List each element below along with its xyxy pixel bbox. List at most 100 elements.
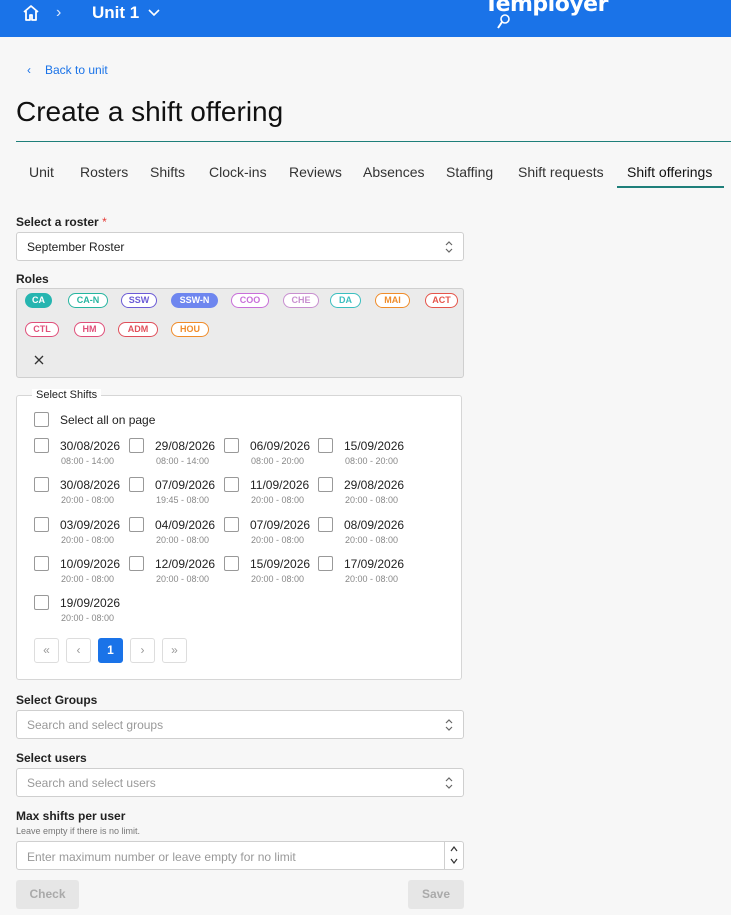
next-page-button[interactable]: › xyxy=(130,638,155,663)
role-chip[interactable]: COO xyxy=(231,293,269,308)
shift-time: 20:00 - 08:00 xyxy=(156,535,210,545)
shift-checkbox[interactable] xyxy=(318,517,333,532)
number-spinner[interactable] xyxy=(444,842,463,869)
roles-label: Roles xyxy=(16,272,49,286)
shift-checkbox[interactable] xyxy=(318,477,333,492)
updown-chevron-icon xyxy=(445,777,453,789)
unit-selector-label[interactable]: Unit 1 xyxy=(92,3,139,23)
role-chip[interactable]: CTL xyxy=(25,322,59,337)
shift-checkbox[interactable] xyxy=(34,517,49,532)
shift-checkbox[interactable] xyxy=(34,477,49,492)
shift-date: 06/09/2026 xyxy=(250,439,311,453)
page-1-button[interactable]: 1 xyxy=(98,638,123,663)
max-shifts-hint: Leave empty if there is no limit. xyxy=(16,826,141,836)
role-chip[interactable]: DA xyxy=(330,293,361,308)
shift-date: 12/09/2026 xyxy=(155,557,216,571)
role-chip[interactable]: ACT xyxy=(425,293,458,308)
shift-time: 20:00 - 08:00 xyxy=(251,535,305,545)
shift-date: 15/09/2026 xyxy=(344,439,405,453)
shift-checkbox[interactable] xyxy=(318,556,333,571)
roster-select[interactable]: September Roster xyxy=(16,232,464,261)
shift-time: 20:00 - 08:00 xyxy=(61,495,115,505)
back-link-label: Back to unit xyxy=(45,63,108,77)
max-shifts-placeholder: Enter maximum number or leave empty for … xyxy=(27,850,296,864)
shift-time: 20:00 - 08:00 xyxy=(251,574,305,584)
shift-time: 20:00 - 08:00 xyxy=(345,535,399,545)
shift-time: 08:00 - 20:00 xyxy=(251,456,305,466)
tab-clock-ins[interactable]: Clock-ins xyxy=(209,164,267,180)
role-chip[interactable]: SSW-N xyxy=(171,293,218,308)
shift-date: 29/08/2026 xyxy=(344,478,405,492)
role-chip[interactable]: HOU xyxy=(171,322,209,337)
shift-date: 30/08/2026 xyxy=(60,439,121,453)
roles-multiselect[interactable]: CA CA-N SSW SSW-N COO CHE DA MAI ACT CTL HM ADM HOU xyxy=(16,288,464,378)
shift-time: 08:00 - 14:00 xyxy=(156,456,210,466)
role-chip[interactable]: CHE xyxy=(283,293,319,308)
updown-chevron-icon xyxy=(445,241,453,253)
back-to-unit-link[interactable]: ‹ Back to unit xyxy=(27,63,108,77)
first-page-button[interactable]: « xyxy=(34,638,59,663)
last-page-button[interactable]: » xyxy=(162,638,187,663)
groups-label: Select Groups xyxy=(16,693,98,707)
shift-checkbox[interactable] xyxy=(34,595,49,610)
shift-date: 07/09/2026 xyxy=(155,478,216,492)
role-chip[interactable]: HM xyxy=(74,322,105,337)
role-chip[interactable]: MAI xyxy=(375,293,410,308)
home-icon[interactable] xyxy=(22,4,40,22)
shift-time: 19:45 - 08:00 xyxy=(156,495,210,505)
tab-rosters[interactable]: Rosters xyxy=(80,164,128,180)
shift-checkbox[interactable] xyxy=(129,438,144,453)
groups-select[interactable]: Search and select groups xyxy=(16,710,464,739)
breadcrumb-chevron-icon: › xyxy=(56,4,62,21)
max-shifts-input[interactable]: Enter maximum number or leave empty for … xyxy=(16,841,464,870)
shift-checkbox[interactable] xyxy=(129,517,144,532)
shift-date: 10/09/2026 xyxy=(60,557,121,571)
shift-checkbox[interactable] xyxy=(318,438,333,453)
save-button[interactable]: Save xyxy=(408,880,464,909)
tab-shifts[interactable]: Shifts xyxy=(150,164,185,180)
shift-checkbox[interactable] xyxy=(129,477,144,492)
users-label: Select users xyxy=(16,751,87,765)
shift-checkbox[interactable] xyxy=(34,438,49,453)
shift-checkbox[interactable] xyxy=(224,556,239,571)
shift-checkbox[interactable] xyxy=(129,556,144,571)
shift-date: 07/09/2026 xyxy=(250,518,311,532)
prev-page-button[interactable]: ‹ xyxy=(66,638,91,663)
tab-staffing[interactable]: Staffing xyxy=(446,164,493,180)
shift-checkbox[interactable] xyxy=(224,438,239,453)
tab-reviews[interactable]: Reviews xyxy=(289,164,342,180)
role-chip[interactable]: ADM xyxy=(118,322,158,337)
close-icon[interactable] xyxy=(34,355,44,365)
shift-time: 08:00 - 20:00 xyxy=(345,456,399,466)
tab-shift-requests[interactable]: Shift requests xyxy=(518,164,604,180)
shift-date: 30/08/2026 xyxy=(60,478,121,492)
active-tab-indicator xyxy=(617,186,724,188)
page-title: Create a shift offering xyxy=(16,96,284,127)
chevron-down-icon[interactable] xyxy=(450,858,458,864)
check-button[interactable]: Check xyxy=(16,880,79,909)
tab-unit[interactable]: Unit xyxy=(29,164,54,180)
chevron-down-icon[interactable] xyxy=(147,6,161,20)
role-chip[interactable]: CA-N xyxy=(68,293,108,308)
shift-checkbox[interactable] xyxy=(34,556,49,571)
shift-time: 08:00 - 14:00 xyxy=(61,456,115,466)
title-divider xyxy=(16,141,731,142)
shifts-legend: Select Shifts xyxy=(32,389,102,401)
shift-date: 15/09/2026 xyxy=(250,557,311,571)
top-bar: › Unit 1 Temployer xyxy=(0,0,731,37)
shift-checkbox[interactable] xyxy=(224,477,239,492)
roster-label-text: Select a roster xyxy=(16,215,99,229)
role-chip[interactable]: CA xyxy=(25,293,52,308)
users-select[interactable]: Search and select users xyxy=(16,768,464,797)
shift-date: 19/09/2026 xyxy=(60,596,121,610)
shift-time: 20:00 - 08:00 xyxy=(251,495,305,505)
shift-time: 20:00 - 08:00 xyxy=(61,535,115,545)
tab-shift-offerings[interactable]: Shift offerings xyxy=(627,164,712,180)
role-chip[interactable]: SSW xyxy=(121,293,157,308)
shift-date: 11/09/2026 xyxy=(250,478,310,492)
shift-checkbox[interactable] xyxy=(224,517,239,532)
shift-time: 20:00 - 08:00 xyxy=(345,495,399,505)
select-all-checkbox[interactable] xyxy=(34,412,49,427)
tab-absences[interactable]: Absences xyxy=(363,164,424,180)
chevron-up-icon[interactable] xyxy=(450,846,458,852)
